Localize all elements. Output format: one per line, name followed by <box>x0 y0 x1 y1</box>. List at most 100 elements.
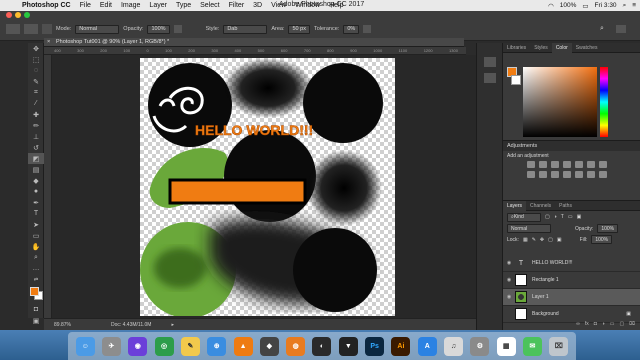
unity-icon[interactable]: ◆ <box>259 336 279 356</box>
appstore-icon[interactable]: A <box>417 336 437 356</box>
calendar-icon[interactable]: ▦ <box>496 336 516 356</box>
illustrator-icon[interactable]: Ai <box>391 336 411 356</box>
crop-tool-icon[interactable]: ⌗ <box>28 87 44 98</box>
pressure-opacity-icon[interactable] <box>173 25 182 33</box>
quick-select-tool-icon[interactable]: ✎ <box>28 76 44 87</box>
eyedropper-tool-icon[interactable]: ⁄ <box>28 98 44 109</box>
system-prefs-icon[interactable]: ⚙ <box>470 336 490 356</box>
filter-smart-icon[interactable]: ▣ <box>577 214 582 220</box>
hue-saturation-icon[interactable] <box>587 161 595 168</box>
tab-color[interactable]: Color <box>551 42 572 53</box>
healing-brush-tool-icon[interactable]: ✚ <box>28 109 44 120</box>
menu-filter[interactable]: Filter <box>229 2 245 9</box>
minimize-window-icon[interactable] <box>15 12 21 18</box>
document-canvas[interactable]: HELLO WORLD!!! <box>140 58 395 316</box>
foreground-color-swatch[interactable] <box>30 287 39 296</box>
lasso-tool-icon[interactable]: ◌ <box>28 65 44 76</box>
lock-artboard-icon[interactable]: ▢ <box>548 237 553 243</box>
wifi-icon[interactable]: ◠ <box>548 2 554 10</box>
hue-slider[interactable] <box>600 67 608 137</box>
new-layer-icon[interactable]: ▢ <box>620 321 625 329</box>
properties-panel-icon[interactable] <box>483 73 496 83</box>
gradient-tool-icon[interactable]: ▤ <box>28 164 44 175</box>
search-icon[interactable]: ⌕ <box>623 2 627 10</box>
filter-adjustment-icon[interactable]: ◑ <box>554 214 557 220</box>
history-brush-tool-icon[interactable]: ↺ <box>28 142 44 153</box>
area-input[interactable]: 50 px <box>288 24 310 34</box>
history-panel-icon[interactable] <box>483 57 496 67</box>
panel-background-swatch[interactable] <box>511 75 521 85</box>
layer-opacity-input[interactable]: 100% <box>597 224 619 233</box>
threshold-icon[interactable] <box>599 171 607 178</box>
tab-layers[interactable]: Layers <box>503 200 527 211</box>
eraser-tool-icon[interactable]: ◩ <box>28 153 44 164</box>
filter-type-icon[interactable]: T <box>561 214 564 220</box>
cat-app-icon[interactable]: ▼ <box>338 336 358 356</box>
type-tool-icon[interactable]: T <box>28 208 44 219</box>
opacity-input[interactable]: 100% <box>147 24 170 34</box>
more-tools-icon[interactable]: … <box>28 263 44 274</box>
close-document-icon[interactable]: × <box>47 39 50 45</box>
filter-shape-icon[interactable]: ▭ <box>568 214 573 220</box>
posterize-icon[interactable] <box>587 171 595 178</box>
layer-row-hello-world[interactable]: ◉ T HELLO WORLD!!! <box>503 255 640 272</box>
photo-filter-icon[interactable] <box>539 171 547 178</box>
notes-icon[interactable]: ✎ <box>180 336 200 356</box>
tab-libraries[interactable]: Libraries <box>503 43 530 53</box>
tab-paths[interactable]: Paths <box>555 201 576 211</box>
screen-mode-icon[interactable]: ▣ <box>28 315 44 326</box>
messages-icon[interactable]: ✉ <box>522 336 542 356</box>
finder-icon[interactable]: ☺ <box>75 336 95 356</box>
layer-name[interactable]: Rectangle 1 <box>532 277 559 283</box>
clone-stamp-tool-icon[interactable]: ⊥ <box>28 131 44 142</box>
hand-tool-icon[interactable]: ✋ <box>28 241 44 252</box>
shape-tool-icon[interactable]: ▭ <box>28 230 44 241</box>
style-select[interactable]: Dab <box>223 24 268 34</box>
pressure-size-icon[interactable] <box>363 25 372 33</box>
blender-icon[interactable]: ◍ <box>286 336 306 356</box>
visibility-eye-icon[interactable]: ◉ <box>503 277 515 283</box>
photoshop-icon[interactable]: Ps <box>365 336 385 356</box>
invert-icon[interactable] <box>575 171 583 178</box>
brush-tool-icon[interactable]: ✏ <box>28 120 44 131</box>
visibility-eye-icon[interactable]: ◉ <box>503 260 515 266</box>
zoom-level[interactable]: 89.87% <box>54 322 71 328</box>
saturation-brightness-picker[interactable] <box>523 67 597 137</box>
clock[interactable]: Fri 3:30 <box>595 2 617 9</box>
layer-style-icon[interactable]: fx <box>585 321 589 329</box>
tab-channels[interactable]: Channels <box>526 201 555 211</box>
layer-name[interactable]: Background <box>532 311 559 317</box>
menu-image[interactable]: Image <box>121 2 140 9</box>
trash-icon[interactable]: ⌧ <box>549 336 569 356</box>
swap-colors-icon[interactable]: ⇄ <box>28 274 44 285</box>
lock-pixels-icon[interactable]: ✎ <box>532 237 536 243</box>
launchpad-icon[interactable]: ✈ <box>101 336 121 356</box>
layer-row-rectangle-1[interactable]: ◉ Rectangle 1 <box>503 272 640 289</box>
dodge-tool-icon[interactable]: ● <box>28 186 44 197</box>
color-lookup-icon[interactable] <box>563 171 571 178</box>
gamemaker-icon[interactable]: ◐ <box>312 336 332 356</box>
new-adjustment-icon[interactable]: ◑ <box>602 321 605 329</box>
curves-icon[interactable] <box>551 161 559 168</box>
battery-percent[interactable]: 100% <box>560 2 577 9</box>
add-mask-icon[interactable]: ◘ <box>594 321 597 329</box>
close-window-icon[interactable] <box>6 12 12 18</box>
filter-pixel-icon[interactable]: ▢ <box>545 214 550 220</box>
visibility-eye-icon[interactable]: ◉ <box>503 294 515 300</box>
brush-panel-icon[interactable] <box>42 24 52 34</box>
layer-name[interactable]: Layer 1 <box>532 294 549 300</box>
siri-icon[interactable]: ◉ <box>128 336 148 356</box>
kind-filter-select[interactable]: ⌕ Kind <box>507 212 541 222</box>
menu-app-name[interactable]: Photoshop CC <box>22 2 71 9</box>
menu-3d[interactable]: 3D <box>253 2 262 9</box>
link-layers-icon[interactable]: ∞ <box>576 321 580 329</box>
lock-all-icon[interactable]: ▣ <box>557 237 562 243</box>
pen-tool-icon[interactable]: ✒ <box>28 197 44 208</box>
tolerance-input[interactable]: 0% <box>343 24 360 34</box>
zoom-tool-icon[interactable]: ⌕ <box>28 252 44 263</box>
channel-mixer-icon[interactable] <box>551 171 559 178</box>
adjustments-title[interactable]: Adjustments <box>503 141 640 151</box>
document-tab[interactable]: × Photoshop Tut001 @ 90% (Layer 1, RGB/8… <box>44 38 464 47</box>
quick-mask-icon[interactable]: ◘ <box>28 304 44 315</box>
battery-icon[interactable]: ▭ <box>582 2 588 10</box>
